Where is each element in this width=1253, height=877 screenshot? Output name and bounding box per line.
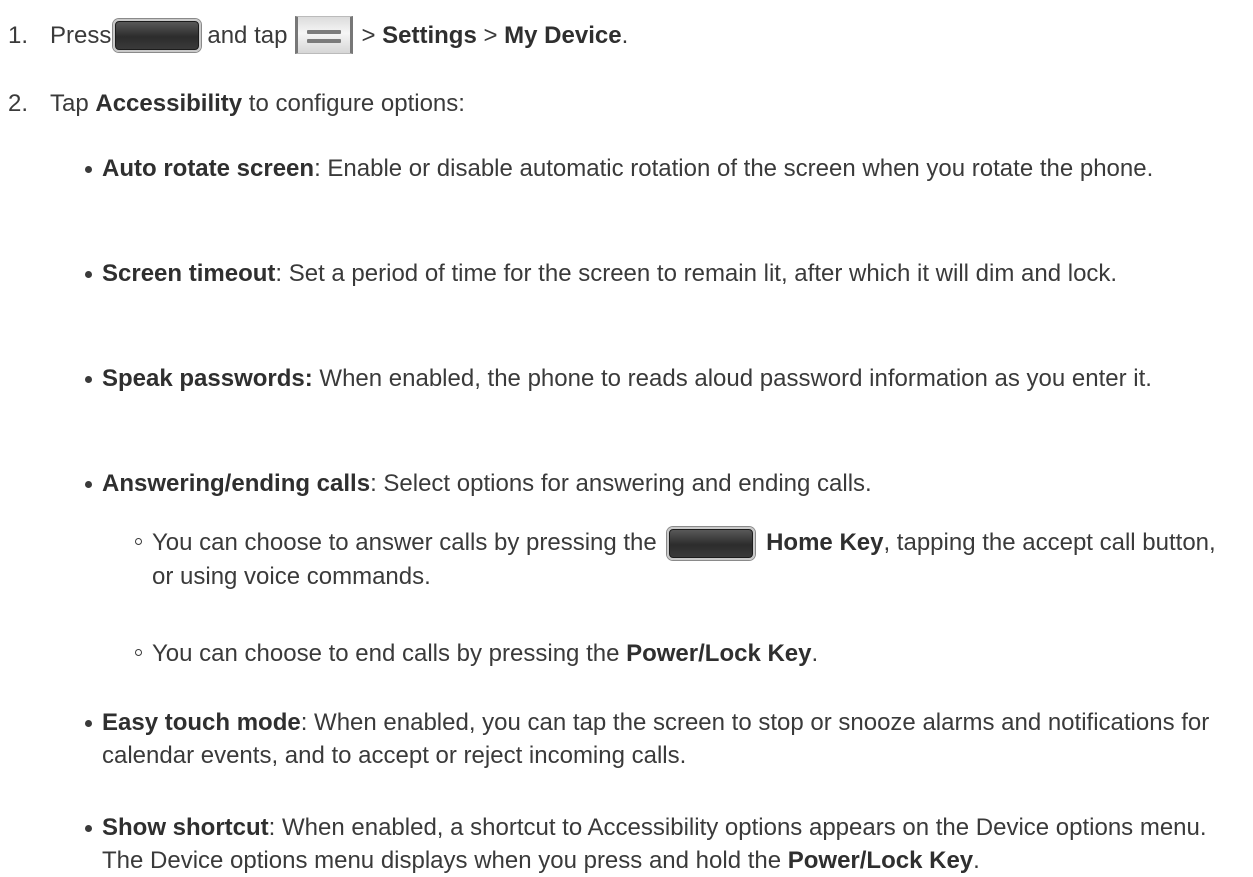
bullet-icon xyxy=(85,376,92,383)
step-number: 1. xyxy=(8,21,29,49)
step-1: 1. Press and tap > Settings > My Device … xyxy=(8,16,628,54)
sub-text: You can choose to end calls by pressing … xyxy=(152,640,627,667)
option-desc: : Set a period of time for the screen to… xyxy=(275,260,1118,287)
option-easy-touch: Easy touch mode: When enabled, you can t… xyxy=(85,706,1242,772)
option-title: Show shortcut xyxy=(102,814,269,841)
step-2: 2. Tap Accessibility to configure option… xyxy=(8,87,465,120)
separator: > xyxy=(361,21,376,49)
step-text-and-tap: and tap xyxy=(207,21,288,49)
sub-bullet-icon xyxy=(135,649,142,656)
option-screen-timeout: Screen timeout: Set a period of time for… xyxy=(85,257,1242,290)
bullet-icon xyxy=(85,166,92,173)
option-show-shortcut: Show shortcut: When enabled, a shortcut … xyxy=(85,811,1242,877)
home-key-icon xyxy=(113,18,202,52)
power-lock-key-label: Power/Lock Key xyxy=(787,847,974,874)
menu-key-icon xyxy=(295,16,354,54)
bullet-icon xyxy=(85,481,92,488)
sub-text: . xyxy=(811,640,819,667)
period: . xyxy=(973,847,980,874)
option-desc: : Select options for answering and endin… xyxy=(370,470,872,497)
option-title: Auto rotate screen xyxy=(102,155,315,182)
home-key-icon xyxy=(667,527,756,561)
sub-text: You can choose to answer calls by pressi… xyxy=(152,529,657,556)
step-text-rest: to configure options: xyxy=(248,90,465,117)
home-key-label: Home Key xyxy=(766,529,884,556)
separator: > xyxy=(483,21,498,49)
option-title: Screen timeout xyxy=(102,260,276,287)
option-title: Easy touch mode xyxy=(102,709,301,736)
my-device-label: My Device xyxy=(504,21,622,49)
step-text-press: Press xyxy=(50,21,112,49)
sub-bullet-icon xyxy=(135,538,142,545)
accessibility-label: Accessibility xyxy=(95,90,243,117)
step-text-tap: Tap xyxy=(50,90,89,117)
option-title: Answering/ending calls xyxy=(102,470,371,497)
step-number: 2. xyxy=(8,90,29,117)
settings-label: Settings xyxy=(382,21,477,49)
power-lock-key-label: Power/Lock Key xyxy=(626,640,812,667)
option-title: Speak passwords: xyxy=(102,365,313,392)
option-desc: When enabled, the phone to reads aloud p… xyxy=(312,365,1152,392)
option-speak-passwords: Speak passwords: When enabled, the phone… xyxy=(85,362,1242,395)
bullet-icon xyxy=(85,271,92,278)
bullet-icon xyxy=(85,720,92,727)
period: . xyxy=(621,21,629,49)
option-auto-rotate: Auto rotate screen: Enable or disable au… xyxy=(85,152,1242,185)
option-answering-calls: Answering/ending calls: Select options f… xyxy=(85,467,1242,500)
bullet-icon xyxy=(85,825,92,832)
sub-option-end: You can choose to end calls by pressing … xyxy=(135,637,1242,670)
sub-option-answer: You can choose to answer calls by pressi… xyxy=(135,526,1242,593)
option-desc: : Enable or disable automatic rotation o… xyxy=(314,155,1154,182)
